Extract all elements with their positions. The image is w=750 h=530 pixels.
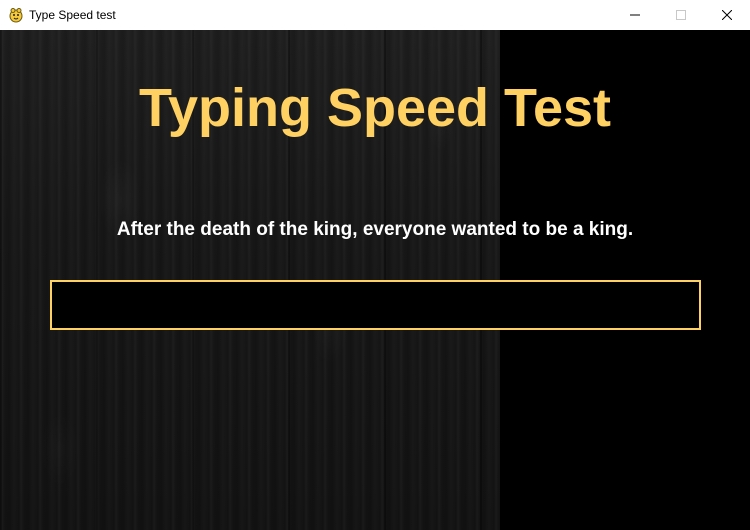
maximize-icon [676, 10, 686, 20]
app-window: Type Speed test Typing Speed Test After … [0, 0, 750, 530]
close-button[interactable] [704, 0, 750, 30]
window-title: Type Speed test [29, 8, 116, 22]
page-title: Typing Speed Test [138, 78, 612, 138]
target-sentence: After the death of the king, everyone wa… [116, 219, 634, 240]
close-icon [722, 10, 732, 20]
window-controls [612, 0, 750, 30]
game-canvas: Typing Speed Test After the death of the… [0, 30, 750, 530]
typing-input[interactable] [50, 280, 701, 330]
title-bar[interactable]: Type Speed test [0, 0, 750, 30]
minimize-button[interactable] [612, 0, 658, 30]
minimize-icon [630, 14, 640, 16]
maximize-button[interactable] [658, 0, 704, 30]
pygame-snake-icon [8, 7, 24, 23]
